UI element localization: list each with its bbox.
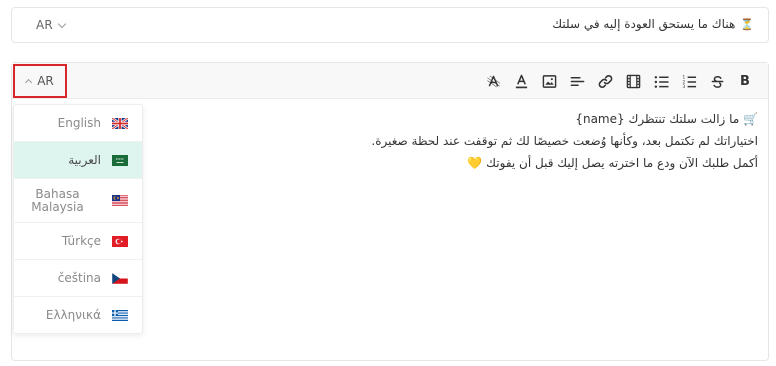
uk-flag-icon: [112, 117, 128, 129]
video-button[interactable]: [624, 72, 642, 90]
subject-field[interactable]: AR ⏳ هناك ما يستحق العودة إليه في سلتك: [11, 7, 769, 43]
subject-text: ⏳ هناك ما يستحق العودة إليه في سلتك: [552, 17, 754, 31]
bold-button[interactable]: B: [736, 72, 754, 90]
bold-glyph: B: [740, 73, 750, 89]
greece-flag-icon: [112, 310, 128, 321]
align-left-icon: [570, 76, 584, 86]
content-line-2: اختياراتك لم تكتمل بعد، وكأنها وُضعت خصي…: [371, 134, 758, 148]
language-toggle-label: AR: [37, 74, 54, 88]
bullet-list-button[interactable]: [652, 72, 670, 90]
content-line-3: أكمل طلبك الآن ودع ما اخترته يصل إليك قب…: [78, 152, 758, 174]
chevron-down-icon: [57, 19, 67, 28]
link-button[interactable]: [596, 72, 614, 90]
link-icon: [598, 74, 612, 88]
strikethrough-icon: [711, 75, 723, 88]
content-line-1: 🛒 ما زالت سلتك تنتظرك {name}: [575, 112, 758, 126]
turkey-flag-icon: [112, 235, 128, 247]
align-button[interactable]: [568, 72, 586, 90]
language-option-turkish[interactable]: Türkçe: [14, 223, 142, 260]
editor-content[interactable]: 🛒 ما زالت سلتك تنتظرك {name} اختياراتك ل…: [78, 108, 758, 174]
subject-value: هناك ما يستحق العودة إليه في سلتك: [552, 17, 736, 31]
editor-toolbar: AR B 123: [12, 63, 768, 99]
content-line-3-text: أكمل طلبك الآن ودع ما اخترته يصل إليك قب…: [486, 156, 758, 170]
toolbar-tools: B 123: [484, 72, 754, 90]
language-option-label: Türkçe: [61, 233, 101, 248]
language-option-label: English: [57, 115, 101, 130]
czech-flag-icon: [112, 272, 128, 284]
image-icon: [542, 74, 556, 88]
ordered-list-icon: 123: [682, 74, 696, 89]
image-button[interactable]: [540, 72, 558, 90]
language-option-label: العربية: [68, 152, 101, 167]
language-dropdown-menu: English العربية Bahasa Malaysia Türkçe č…: [13, 104, 143, 334]
language-option-english[interactable]: English: [14, 105, 142, 142]
language-option-czech[interactable]: čeština: [14, 260, 142, 297]
chevron-up-icon: [25, 78, 33, 87]
language-option-arabic[interactable]: العربية: [14, 142, 142, 179]
subject-language-selector[interactable]: AR: [36, 18, 67, 32]
svg-text:3: 3: [682, 84, 685, 89]
language-toggle-button[interactable]: AR: [13, 64, 67, 98]
subject-language-code: AR: [36, 18, 53, 32]
bullet-list-icon: [654, 75, 669, 88]
hourglass-icon: ⏳: [740, 17, 754, 31]
language-option-label: čeština: [57, 270, 101, 285]
text-color-button[interactable]: [512, 72, 530, 90]
film-icon: [626, 74, 640, 88]
malaysia-flag-icon: [112, 195, 128, 206]
clear-format-icon: [486, 75, 500, 87]
strikethrough-button[interactable]: [708, 72, 726, 90]
yellow-heart-icon: 💛: [467, 156, 483, 170]
text-color-icon: [515, 74, 527, 88]
language-option-label: Bahasa Malaysia: [31, 186, 84, 214]
ordered-list-button[interactable]: 123: [680, 72, 698, 90]
saudi-flag-icon: [112, 154, 128, 166]
language-option-label: Ελληνικά: [45, 308, 101, 322]
clear-format-button[interactable]: [484, 72, 502, 90]
language-option-malay[interactable]: Bahasa Malaysia: [14, 179, 142, 223]
language-option-greek[interactable]: Ελληνικά: [14, 297, 142, 334]
